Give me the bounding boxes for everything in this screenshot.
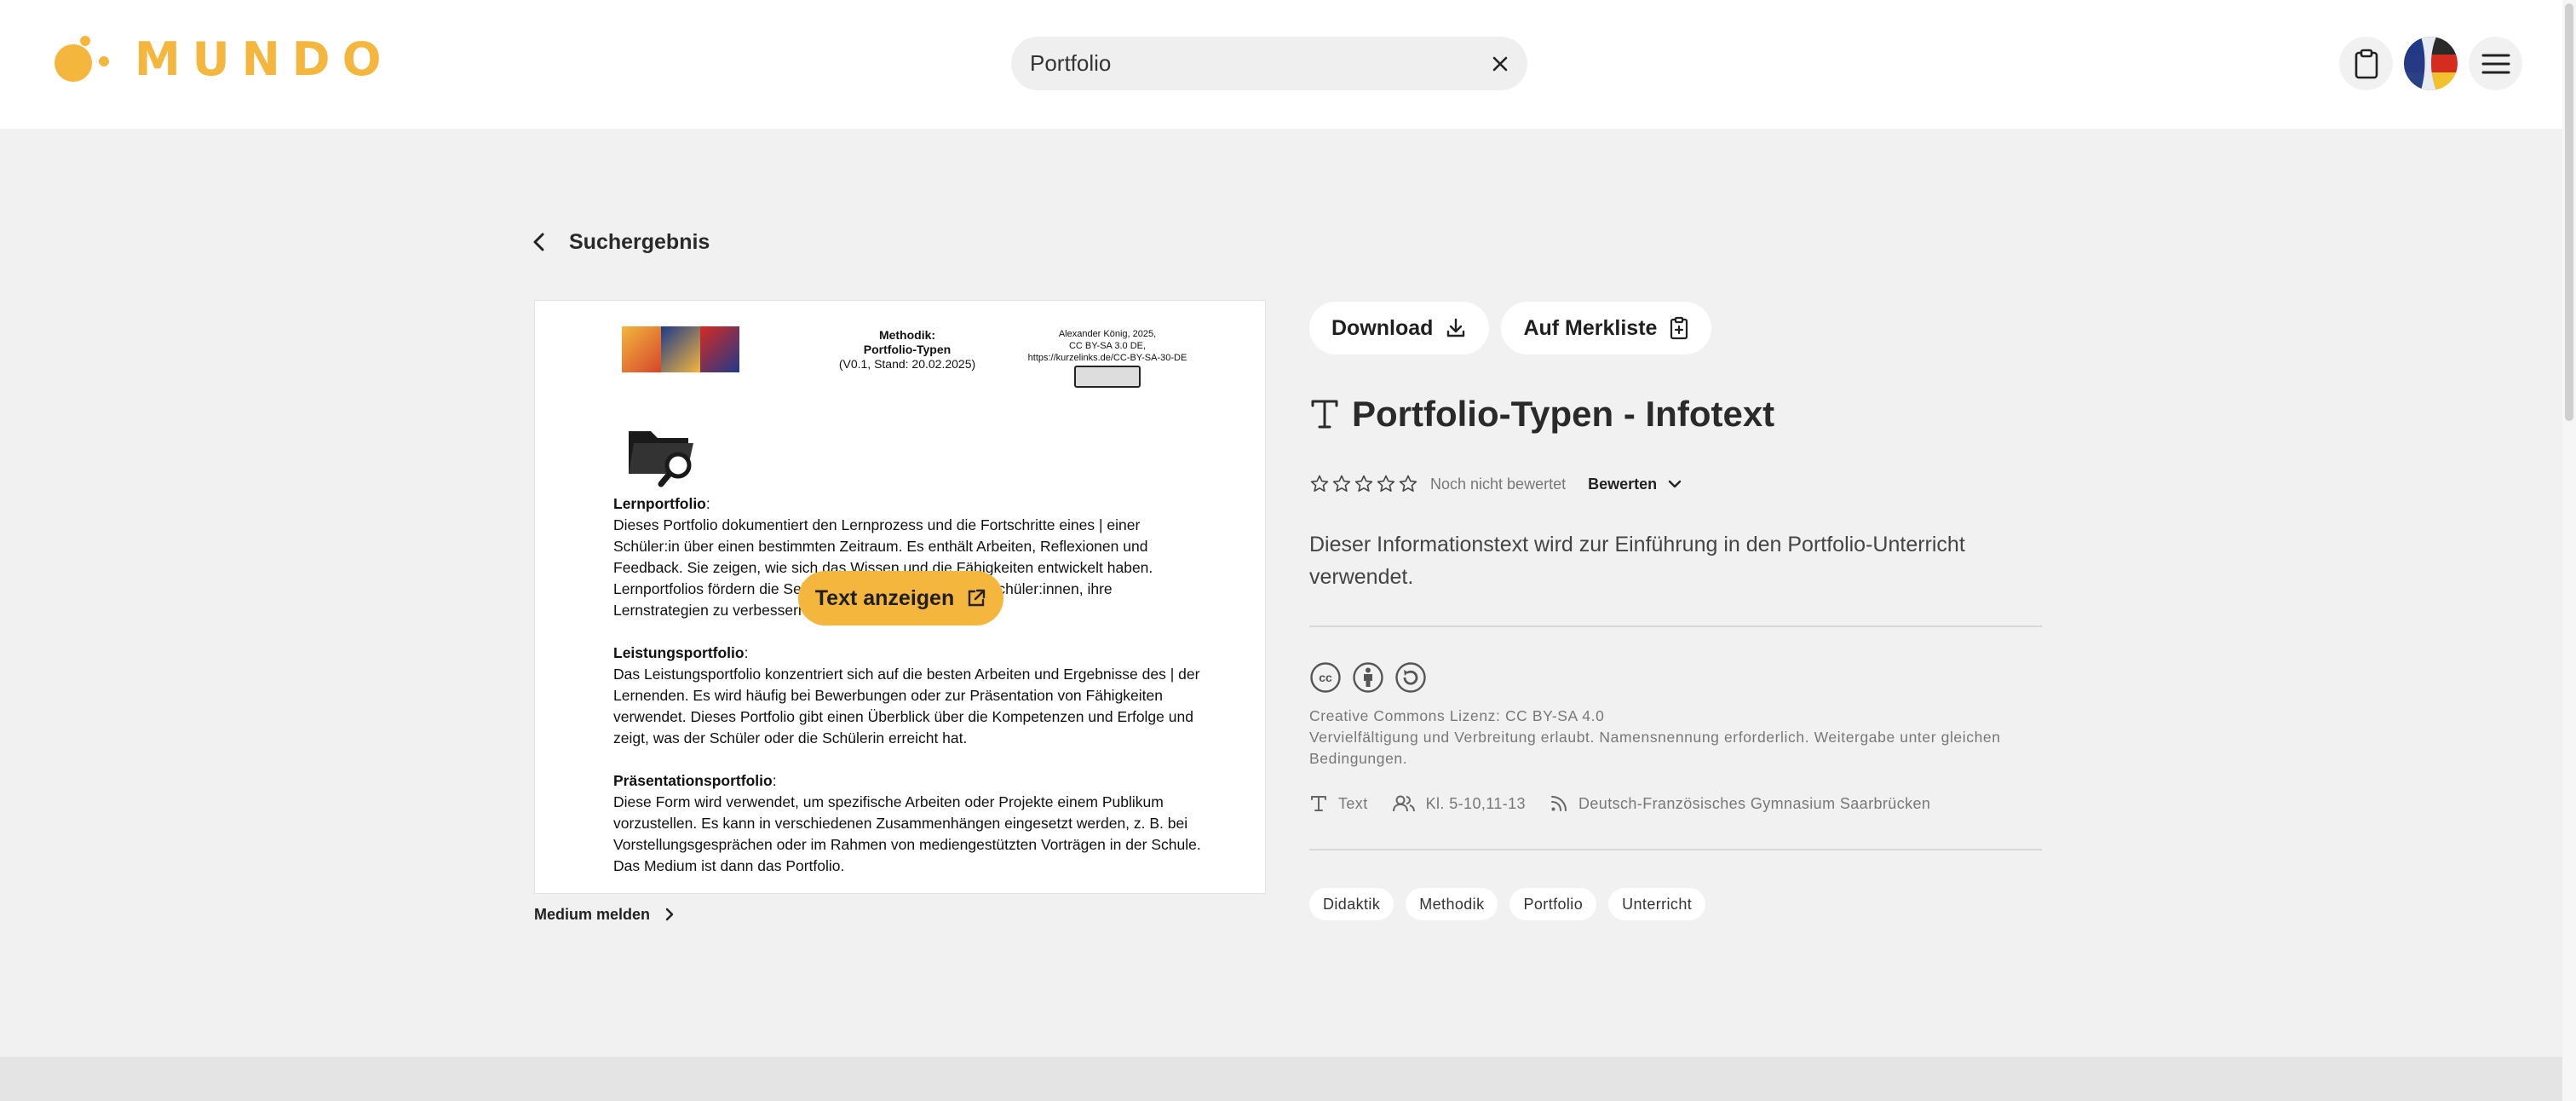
- rate-label: Bewerten: [1588, 475, 1658, 493]
- star-icon[interactable]: [1398, 474, 1418, 494]
- external-link-icon: [969, 589, 986, 607]
- meta-source: Deutsch-Französisches Gymnasium Saarbrüc…: [1550, 794, 1930, 813]
- document-header-credit: Alexander König, 2025, CC BY-SA 3.0 DE, …: [1014, 328, 1201, 391]
- search-input[interactable]: [1030, 37, 1456, 90]
- download-label: Download: [1331, 315, 1434, 340]
- meta-type: Text: [1309, 794, 1368, 813]
- menu-icon: [2481, 54, 2510, 73]
- doc-heading: Leistungsportfolio: [613, 644, 745, 661]
- flag-icon: [2404, 37, 2458, 90]
- clipboard-add-icon: [1670, 316, 1688, 340]
- doc-paragraph: Diese Form wird verwendet, um spezifisch…: [613, 793, 1201, 874]
- menu-button[interactable]: [2469, 37, 2522, 90]
- description: Dieser Informationstext wird zur Einführ…: [1309, 533, 1965, 589]
- report-label: Medium melden: [534, 905, 651, 923]
- download-button[interactable]: Download: [1309, 302, 1490, 355]
- page-title: Portfolio-Typen - Infotext: [1352, 394, 1775, 434]
- document-header-title: Methodik: Portfolio-Typen (V0.1, Stand: …: [838, 328, 976, 371]
- tag-methodik[interactable]: Methodik: [1406, 888, 1498, 920]
- doc-paragraph: Das Leistungsportfolio konzentriert sich…: [613, 666, 1200, 746]
- bookmark-button[interactable]: Auf Merkliste: [1501, 302, 1712, 355]
- chevron-down-icon: [1668, 480, 1682, 488]
- svg-text:cc: cc: [1319, 671, 1332, 684]
- share-alike-icon: [1395, 662, 1426, 693]
- license-info: Creative Commons Lizenz: CC BY-SA 4.0 Ve…: [1309, 706, 2050, 770]
- document-header-images: [622, 326, 739, 372]
- download-icon: [1447, 318, 1465, 337]
- divider: [1309, 849, 2042, 850]
- bookmark-label: Auf Merkliste: [1523, 315, 1658, 340]
- cc-icon: cc: [1310, 662, 1341, 693]
- title-row: Portfolio-Typen - Infotext: [1309, 394, 1774, 435]
- report-media-link[interactable]: Medium melden: [534, 903, 676, 925]
- clipboard-icon: [2355, 49, 2378, 78]
- meta-grades: Kl. 5-10,11-13: [1392, 794, 1526, 813]
- rating-status: Noch nicht bewertet: [1430, 475, 1567, 493]
- license-title: Creative Commons Lizenz: CC BY-SA 4.0: [1309, 707, 1605, 724]
- rss-icon: [1550, 796, 1567, 811]
- star-icon[interactable]: [1376, 474, 1396, 494]
- license-icons: cc: [1309, 661, 1427, 694]
- show-text-button[interactable]: Text anzeigen: [798, 571, 1003, 625]
- chevron-left-icon: [533, 233, 544, 251]
- back-link[interactable]: Suchergebnis: [528, 223, 710, 261]
- star-icon[interactable]: [1309, 474, 1330, 494]
- doc-heading: Präsentationsportfolio: [613, 772, 773, 789]
- star-icon[interactable]: [1354, 474, 1374, 494]
- logo[interactable]: MUNDO: [51, 29, 394, 89]
- tag-list: Didaktik Methodik Portfolio Unterricht: [1309, 888, 1706, 920]
- footer: [0, 1057, 2562, 1101]
- chevron-right-icon: [665, 908, 674, 921]
- folder-search-icon: [629, 431, 693, 487]
- back-label: Suchergebnis: [569, 229, 710, 254]
- document-body: Lernportfolio: Dieses Portfolio dokument…: [613, 495, 1201, 874]
- rate-button[interactable]: Bewerten: [1588, 476, 1682, 493]
- scrollbar[interactable]: [2562, 0, 2576, 1101]
- close-icon[interactable]: [1486, 50, 1514, 78]
- star-icon[interactable]: [1331, 474, 1352, 494]
- header: MUNDO: [0, 0, 2562, 129]
- tag-portfolio[interactable]: Portfolio: [1509, 888, 1597, 920]
- users-icon: [1392, 795, 1415, 812]
- rating-row: Noch nicht bewertet Bewerten: [1309, 474, 1682, 494]
- tag-unterricht[interactable]: Unterricht: [1608, 888, 1706, 920]
- search-bar: [1011, 37, 1527, 90]
- language-button[interactable]: [2404, 37, 2458, 90]
- action-bar: Download Auf Merkliste: [1309, 302, 1712, 355]
- brand-name: MUNDO: [135, 32, 394, 86]
- meta-row: Text Kl. 5-10,11-13 Deutsch-Französische…: [1309, 794, 1954, 813]
- license-text: Vervielfältigung und Verbreitung erlaubt…: [1309, 729, 2001, 767]
- tag-didaktik[interactable]: Didaktik: [1309, 888, 1394, 920]
- cc-badge-icon: [1074, 366, 1141, 388]
- clipboard-button[interactable]: [2339, 37, 2393, 90]
- scrollbar-thumb[interactable]: [2565, 3, 2573, 421]
- attribution-icon: [1353, 662, 1383, 693]
- text-type-icon: [1311, 796, 1326, 811]
- logo-mark-icon: [55, 36, 109, 82]
- star-rating[interactable]: [1309, 474, 1418, 494]
- divider: [1309, 625, 2042, 627]
- text-type-icon: [1311, 400, 1338, 429]
- show-text-label: Text anzeigen: [814, 585, 955, 610]
- doc-heading: Lernportfolio: [613, 495, 706, 512]
